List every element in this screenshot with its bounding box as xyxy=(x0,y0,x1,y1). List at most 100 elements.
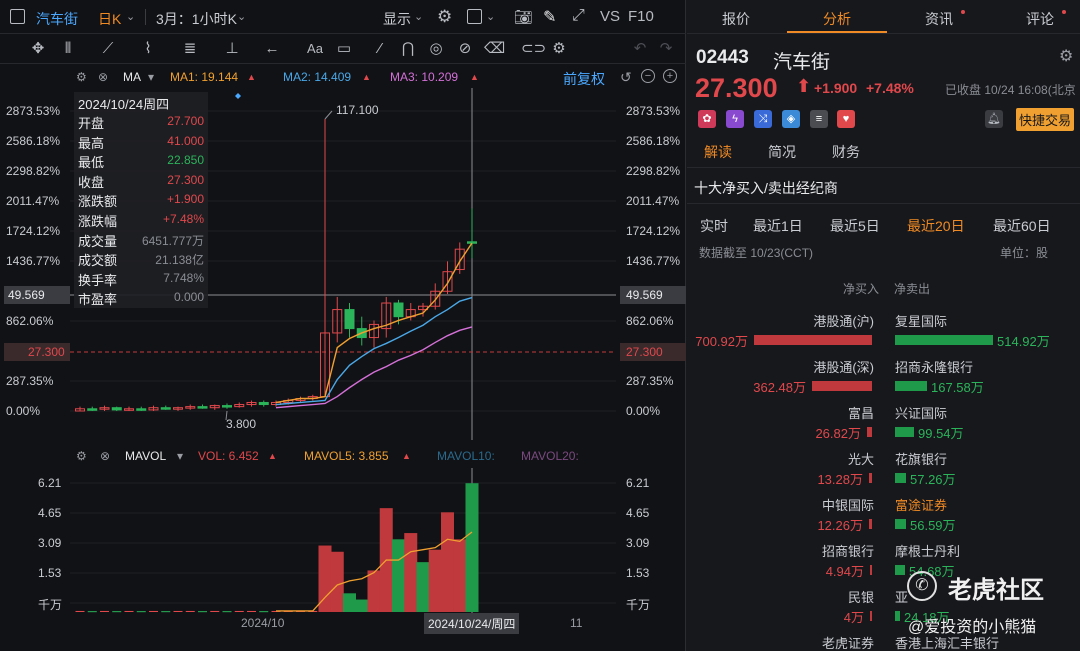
seller-name: 花旗银行 xyxy=(895,452,948,467)
heart-icon[interactable]: ♥ xyxy=(837,110,855,128)
period-chevron-icon[interactable]: ⌄ xyxy=(126,10,135,23)
range-20d[interactable]: 最近20日 xyxy=(907,216,965,236)
ohlc-key: 开盘 xyxy=(78,116,105,131)
subtab-profile[interactable]: 简况 xyxy=(768,142,796,162)
pencil-icon[interactable]: ✎ xyxy=(543,7,556,27)
broker-row[interactable]: 光大 花旗银行 13.28万 57.26万 xyxy=(687,449,1080,493)
subtab-interpret[interactable]: 解读 xyxy=(704,142,732,162)
vol-settings-icon[interactable]: ⚙ xyxy=(76,449,87,463)
broker-row[interactable]: 港股通(深) 招商永隆银行 362.48万 167.58万 xyxy=(687,357,1080,401)
adjust-dropdown[interactable]: 前复权 xyxy=(563,69,605,89)
left-axis-tick: 2586.18% xyxy=(6,134,61,148)
ohlc-date: 2024/10/24周四 xyxy=(78,97,170,112)
ohlc-value: 0.000 xyxy=(173,290,204,305)
arrow-left-icon[interactable]: ← xyxy=(262,39,282,59)
panel-toggle-icon[interactable] xyxy=(10,9,25,24)
interval-chevron-icon[interactable]: ⌄ xyxy=(237,10,246,23)
ohlc-key: 收盘 xyxy=(78,174,105,190)
stock-name-label[interactable]: 汽车街 xyxy=(36,9,78,29)
ohlc-value: 7.748% xyxy=(163,270,204,285)
net-buy-bar xyxy=(867,427,872,437)
comment-icon[interactable]: ▭ xyxy=(334,39,354,59)
ma2-up-icon: ▲ xyxy=(362,72,371,82)
flower-icon[interactable]: ✿ xyxy=(698,110,716,128)
seller-name: 兴证国际 xyxy=(895,406,948,421)
fib-icon[interactable]: ≣ xyxy=(180,39,200,59)
parallel-lines-icon[interactable]: ⫴ xyxy=(58,39,78,59)
tag-icon[interactable]: ◈ xyxy=(782,110,800,128)
period-dropdown[interactable]: 日K xyxy=(98,9,121,29)
link-icon[interactable]: ⊂⊃ xyxy=(521,39,546,59)
note-icon[interactable]: ≡ xyxy=(810,110,828,128)
delete-icon[interactable]: ⌫ xyxy=(484,39,505,59)
text-icon[interactable]: Aa xyxy=(305,39,325,59)
hide-icon[interactable]: ⊘ xyxy=(455,39,475,59)
tab-quote[interactable]: 报价 xyxy=(722,9,750,29)
mavol-chevron-icon[interactable]: ▾ xyxy=(177,449,183,463)
volume-chart[interactable] xyxy=(0,468,686,613)
ma-chevron-icon[interactable]: ▾ xyxy=(148,70,154,84)
broker-row[interactable]: 中银国际 富途证券 12.26万 56.59万 xyxy=(687,495,1080,539)
net-buy-value: 13.28万 xyxy=(817,472,863,487)
shuffle-icon[interactable]: ⤨ xyxy=(754,110,772,128)
undo-icon[interactable]: ↶ xyxy=(630,39,650,59)
candle-body xyxy=(222,405,232,408)
display-dropdown[interactable]: 显示 xyxy=(383,9,411,29)
camera-icon[interactable]: 📷︎ xyxy=(514,8,533,26)
eye-icon[interactable]: ◎ xyxy=(426,39,446,59)
ohlc-row: 换手率 7.748% xyxy=(78,269,206,288)
indicator-settings-icon[interactable]: ⚙ xyxy=(76,70,87,84)
broker-row[interactable]: 富昌 兴证国际 26.82万 99.54万 xyxy=(687,403,1080,447)
range-60d[interactable]: 最近60日 xyxy=(993,216,1051,236)
wave-icon[interactable]: ⌇ xyxy=(138,39,158,59)
bell-icon[interactable]: 🔔︎ xyxy=(985,110,1003,128)
tab-analysis[interactable]: 分析 xyxy=(823,9,851,29)
vs-button[interactable]: VS xyxy=(600,8,620,25)
tab-news[interactable]: 资讯 xyxy=(925,9,953,29)
trend-line-icon[interactable]: ⟋ xyxy=(98,39,118,59)
tab-comments[interactable]: 评论 xyxy=(1026,9,1054,29)
interval-dropdown[interactable]: 3月：1小时K xyxy=(156,9,237,29)
mavol-label[interactable]: MAVOL xyxy=(125,449,166,463)
zoom-in-icon[interactable]: + xyxy=(663,69,677,83)
volume-bar xyxy=(465,483,479,612)
reset-icon[interactable]: ↺ xyxy=(620,69,632,86)
layout-icon[interactable] xyxy=(467,9,482,24)
settings-gear-icon[interactable]: ⚙ xyxy=(1059,46,1073,66)
net-buy-bar xyxy=(870,565,872,575)
zoom-out-icon[interactable]: − xyxy=(641,69,655,83)
subtab-finance[interactable]: 财务 xyxy=(832,142,860,162)
range-realtime[interactable]: 实时 xyxy=(700,216,728,236)
unit-note: 单位：股 xyxy=(1000,246,1049,260)
range-1d[interactable]: 最近1日 xyxy=(753,216,803,236)
tool-settings-icon[interactable]: ⚙ xyxy=(549,39,569,59)
price-change-pct: +7.48% xyxy=(866,80,914,96)
display-chevron-icon[interactable]: ⌄ xyxy=(414,10,423,23)
f10-button[interactable]: F10 xyxy=(628,8,654,25)
vol-close-icon[interactable]: ⊗ xyxy=(100,449,110,463)
net-sell-bar xyxy=(895,427,914,437)
net-sell-bar xyxy=(895,611,900,621)
high-marker-label: 117.100 xyxy=(336,103,379,117)
move-icon[interactable]: ✥ xyxy=(28,39,48,59)
right-axis-tick: 1724.12% xyxy=(626,224,681,238)
range-5d[interactable]: 最近5日 xyxy=(830,216,880,236)
indicator-close-icon[interactable]: ⊗ xyxy=(98,70,108,84)
settings-icon[interactable]: ⚙ xyxy=(437,7,452,27)
ohlc-key: 换手率 xyxy=(78,272,118,288)
mavol5-value: MAVOL5: 3.855 xyxy=(304,449,389,463)
last-price-right: 27.300 xyxy=(620,343,686,361)
quick-trade-button[interactable]: 快捷交易 xyxy=(1016,108,1075,131)
magnet-icon[interactable]: ⋂ xyxy=(398,39,418,59)
fullscreen-icon[interactable]: ⤢ xyxy=(572,7,585,25)
news-dot-icon xyxy=(961,10,965,14)
ma-label[interactable]: MA xyxy=(123,70,141,84)
ruler-icon[interactable]: ⁄ xyxy=(370,39,390,59)
net-sell-value: 56.59万 xyxy=(910,518,956,533)
lightning-icon[interactable]: ϟ xyxy=(726,110,744,128)
broker-row[interactable]: 港股通(沪) 复星国际 700.92万 514.92万 xyxy=(687,311,1080,355)
layout-chevron-icon[interactable]: ⌄ xyxy=(486,10,495,23)
net-sell-bar xyxy=(895,381,927,391)
vertical-line-icon[interactable]: ⊥ xyxy=(222,39,242,59)
redo-icon[interactable]: ↷ xyxy=(656,39,676,59)
